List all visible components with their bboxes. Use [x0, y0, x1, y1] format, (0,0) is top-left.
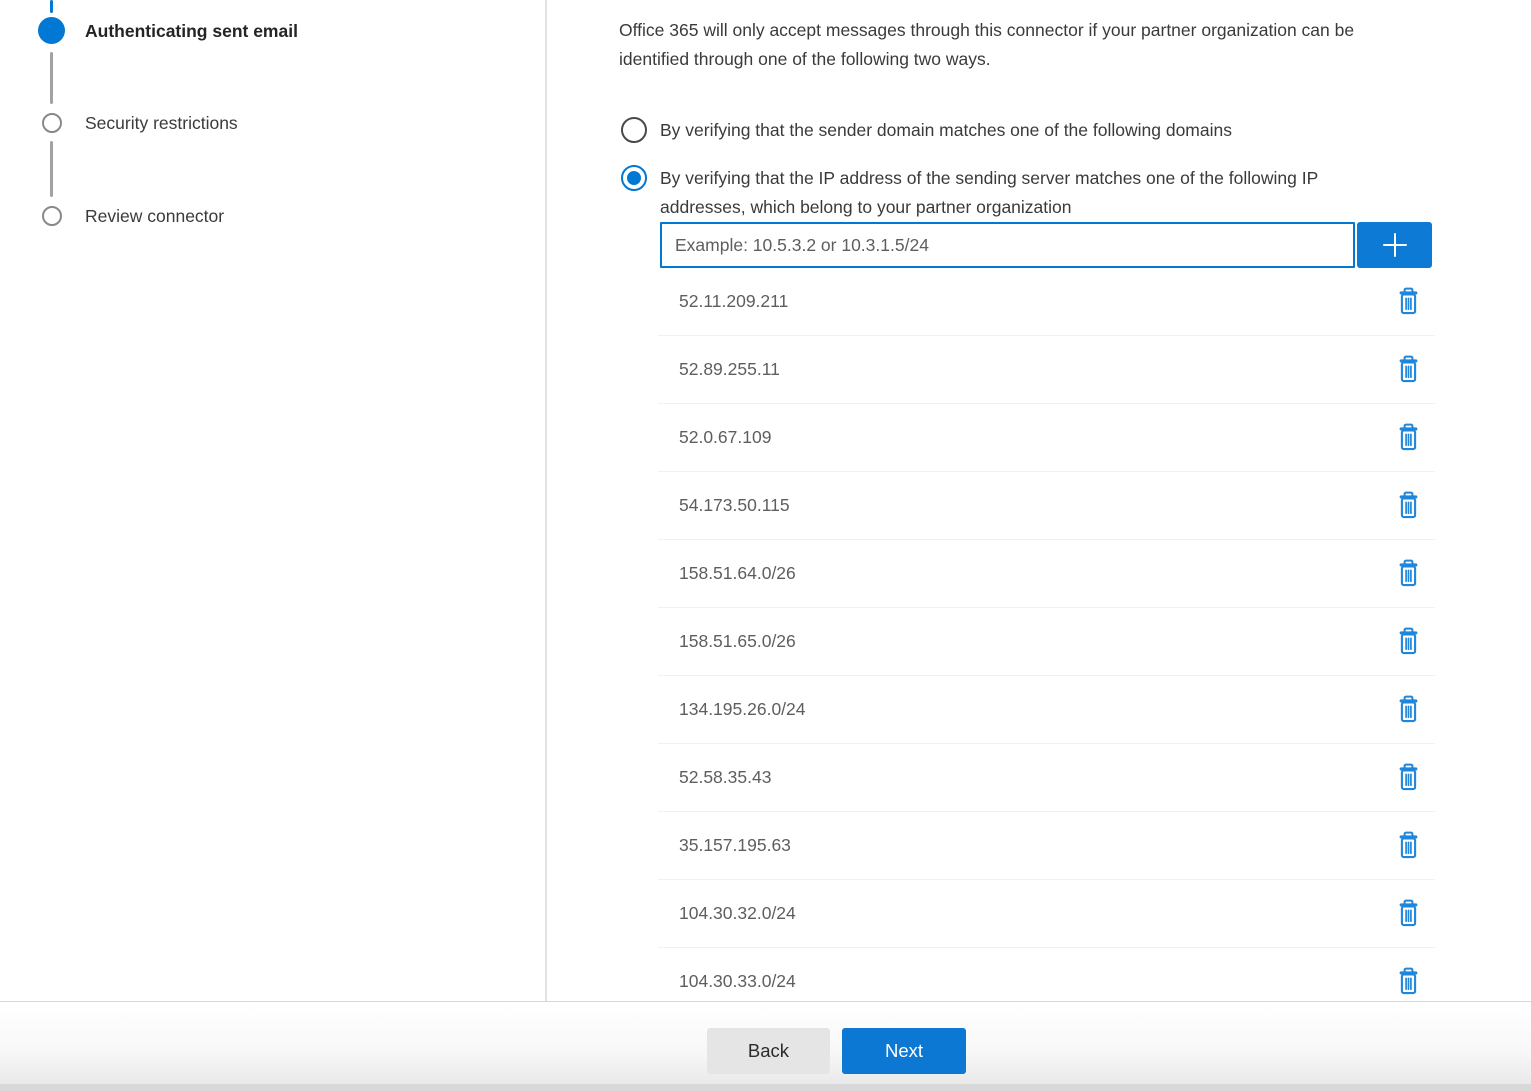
ip-address-text: 52.0.67.109 — [679, 427, 1394, 448]
step-label-review[interactable]: Review connector — [85, 202, 224, 230]
delete-ip-button[interactable] — [1394, 626, 1422, 658]
ip-row: 104.30.32.0/24 — [658, 880, 1435, 948]
delete-ip-button[interactable] — [1394, 422, 1422, 454]
ip-address-text: 52.89.255.11 — [679, 359, 1394, 380]
bottom-edge-strip — [0, 1084, 1531, 1091]
ip-address-text: 54.173.50.115 — [679, 495, 1394, 516]
ip-address-text: 104.30.33.0/24 — [679, 971, 1394, 992]
trash-icon — [1396, 831, 1421, 860]
ip-address-text: 52.58.35.43 — [679, 767, 1394, 788]
trash-icon — [1396, 355, 1421, 384]
delete-ip-button[interactable] — [1394, 354, 1422, 386]
wizard-stepper: Authenticating sent email Security restr… — [0, 0, 545, 1001]
back-button[interactable]: Back — [707, 1028, 830, 1074]
trash-icon — [1396, 491, 1421, 520]
ip-row: 52.58.35.43 — [658, 744, 1435, 812]
ip-row: 158.51.65.0/26 — [658, 608, 1435, 676]
connector-wizard-page: Authenticating sent email Security restr… — [0, 0, 1531, 1091]
trash-icon — [1396, 423, 1421, 452]
trash-icon — [1396, 627, 1421, 656]
ip-address-text: 52.11.209.211 — [679, 291, 1394, 312]
step-label-security[interactable]: Security restrictions — [85, 109, 238, 137]
delete-ip-button[interactable] — [1394, 898, 1422, 930]
trash-icon — [1396, 287, 1421, 316]
trash-icon — [1396, 559, 1421, 588]
ip-row: 52.0.67.109 — [658, 404, 1435, 472]
delete-ip-button[interactable] — [1394, 490, 1422, 522]
add-ip-button[interactable] — [1357, 222, 1432, 268]
step-label-authenticating[interactable]: Authenticating sent email — [85, 17, 298, 45]
ip-row: 104.30.33.0/24 — [658, 948, 1435, 1001]
next-button[interactable]: Next — [842, 1028, 966, 1074]
trash-icon — [1396, 763, 1421, 792]
delete-ip-button[interactable] — [1394, 558, 1422, 590]
step-bullet-authenticating[interactable] — [38, 17, 65, 44]
ip-row: 52.11.209.211 — [658, 268, 1435, 336]
delete-ip-button[interactable] — [1394, 286, 1422, 318]
ip-row: 54.173.50.115 — [658, 472, 1435, 540]
step-connector-line-2 — [50, 141, 53, 197]
ip-address-text: 158.51.65.0/26 — [679, 631, 1394, 652]
delete-ip-button[interactable] — [1394, 762, 1422, 794]
sidebar-divider — [545, 0, 547, 1001]
step-bullet-review[interactable] — [42, 206, 62, 226]
trash-icon — [1396, 899, 1421, 928]
step-description: Office 365 will only accept messages thr… — [619, 16, 1531, 73]
wizard-footer: Back Next — [0, 1001, 1531, 1091]
step-connector-line-top — [50, 0, 53, 13]
radio-verify-ip-address[interactable] — [621, 165, 647, 191]
ip-address-text: 104.30.32.0/24 — [679, 903, 1394, 924]
trash-icon — [1396, 967, 1421, 996]
step-connector-line-1 — [50, 52, 53, 104]
ip-address-text: 134.195.26.0/24 — [679, 699, 1394, 720]
ip-address-list: 52.11.209.211 52.89.255.11 52.0.67.109 — [658, 268, 1435, 1001]
ip-row: 134.195.26.0/24 — [658, 676, 1435, 744]
ip-address-text: 158.51.64.0/26 — [679, 563, 1394, 584]
radio-label-ip-address[interactable]: By verifying that the IP address of the … — [660, 164, 1490, 221]
plus-icon — [1379, 229, 1411, 261]
ip-row: 35.157.195.63 — [658, 812, 1435, 880]
radio-verify-sender-domain[interactable] — [621, 117, 647, 143]
step-bullet-security[interactable] — [42, 113, 62, 133]
delete-ip-button[interactable] — [1394, 966, 1422, 998]
ip-row: 52.89.255.11 — [658, 336, 1435, 404]
delete-ip-button[interactable] — [1394, 830, 1422, 862]
trash-icon — [1396, 695, 1421, 724]
delete-ip-button[interactable] — [1394, 694, 1422, 726]
ip-address-text: 35.157.195.63 — [679, 835, 1394, 856]
ip-row: 158.51.64.0/26 — [658, 540, 1435, 608]
radio-label-sender-domain[interactable]: By verifying that the sender domain matc… — [660, 116, 1490, 145]
ip-address-input[interactable] — [660, 222, 1355, 268]
